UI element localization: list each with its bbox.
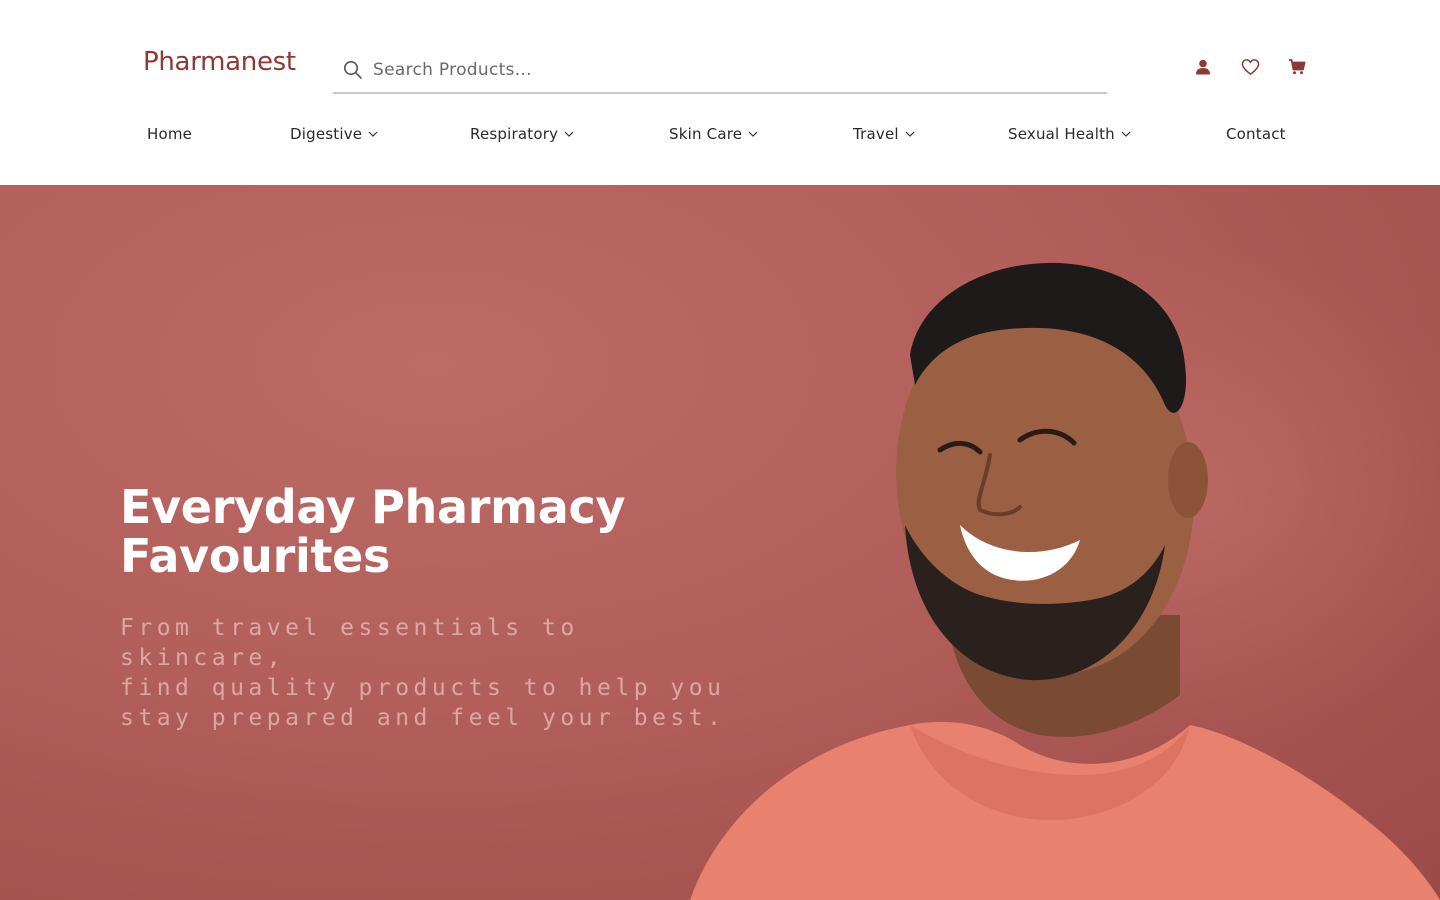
hero-person-image <box>690 262 1440 900</box>
hero-banner: Everyday Pharmacy Favourites From travel… <box>0 185 1440 900</box>
nav-item-label: Contact <box>1226 125 1286 143</box>
main-nav: Home Digestive Respiratory Skin Care Tra… <box>0 118 1440 150</box>
search-icon[interactable] <box>333 50 373 90</box>
header-actions <box>1180 52 1320 82</box>
nav-item-respiratory[interactable]: Respiratory <box>470 118 574 150</box>
site-header: Pharmanest Home Digestive Respiratory <box>0 0 1440 185</box>
nav-item-label: Travel <box>853 125 899 143</box>
hero-title: Everyday Pharmacy Favourites <box>120 483 740 581</box>
hero-subtitle-line-2: find quality products to help you <box>120 675 726 701</box>
nav-item-label: Home <box>147 125 193 143</box>
nav-item-home[interactable]: Home <box>147 118 192 150</box>
hero-title-line-1: Everyday Pharmacy <box>120 480 626 534</box>
nav-item-sexual-health[interactable]: Sexual Health <box>1008 118 1131 150</box>
chevron-down-icon <box>564 131 574 137</box>
chevron-down-icon <box>748 131 758 137</box>
hero-subtitle-line-1: From travel essentials to skincare, <box>120 615 579 671</box>
nav-item-contact[interactable]: Contact <box>1226 118 1286 150</box>
nav-item-travel[interactable]: Travel <box>853 118 915 150</box>
cart-icon[interactable] <box>1273 52 1320 82</box>
chevron-down-icon <box>905 131 915 137</box>
chevron-down-icon <box>1121 131 1131 137</box>
nav-item-label: Digestive <box>290 125 363 143</box>
search-bar[interactable] <box>333 48 1107 94</box>
nav-item-label: Sexual Health <box>1008 125 1115 143</box>
nav-item-label: Skin Care <box>669 125 743 143</box>
nav-item-label: Respiratory <box>470 125 559 143</box>
hero-title-line-2: Favourites <box>120 529 391 583</box>
hero-subtitle-line-3: stay prepared and feel your best. <box>120 705 726 731</box>
search-input[interactable] <box>373 60 1073 80</box>
site-logo[interactable]: Pharmanest <box>143 47 296 77</box>
nav-item-digestive[interactable]: Digestive <box>290 118 378 150</box>
user-icon[interactable] <box>1180 52 1227 82</box>
hero-subtitle: From travel essentials to skincare, find… <box>120 613 740 733</box>
nav-item-skin-care[interactable]: Skin Care <box>669 118 758 150</box>
heart-icon[interactable] <box>1227 52 1274 82</box>
chevron-down-icon <box>368 131 378 137</box>
